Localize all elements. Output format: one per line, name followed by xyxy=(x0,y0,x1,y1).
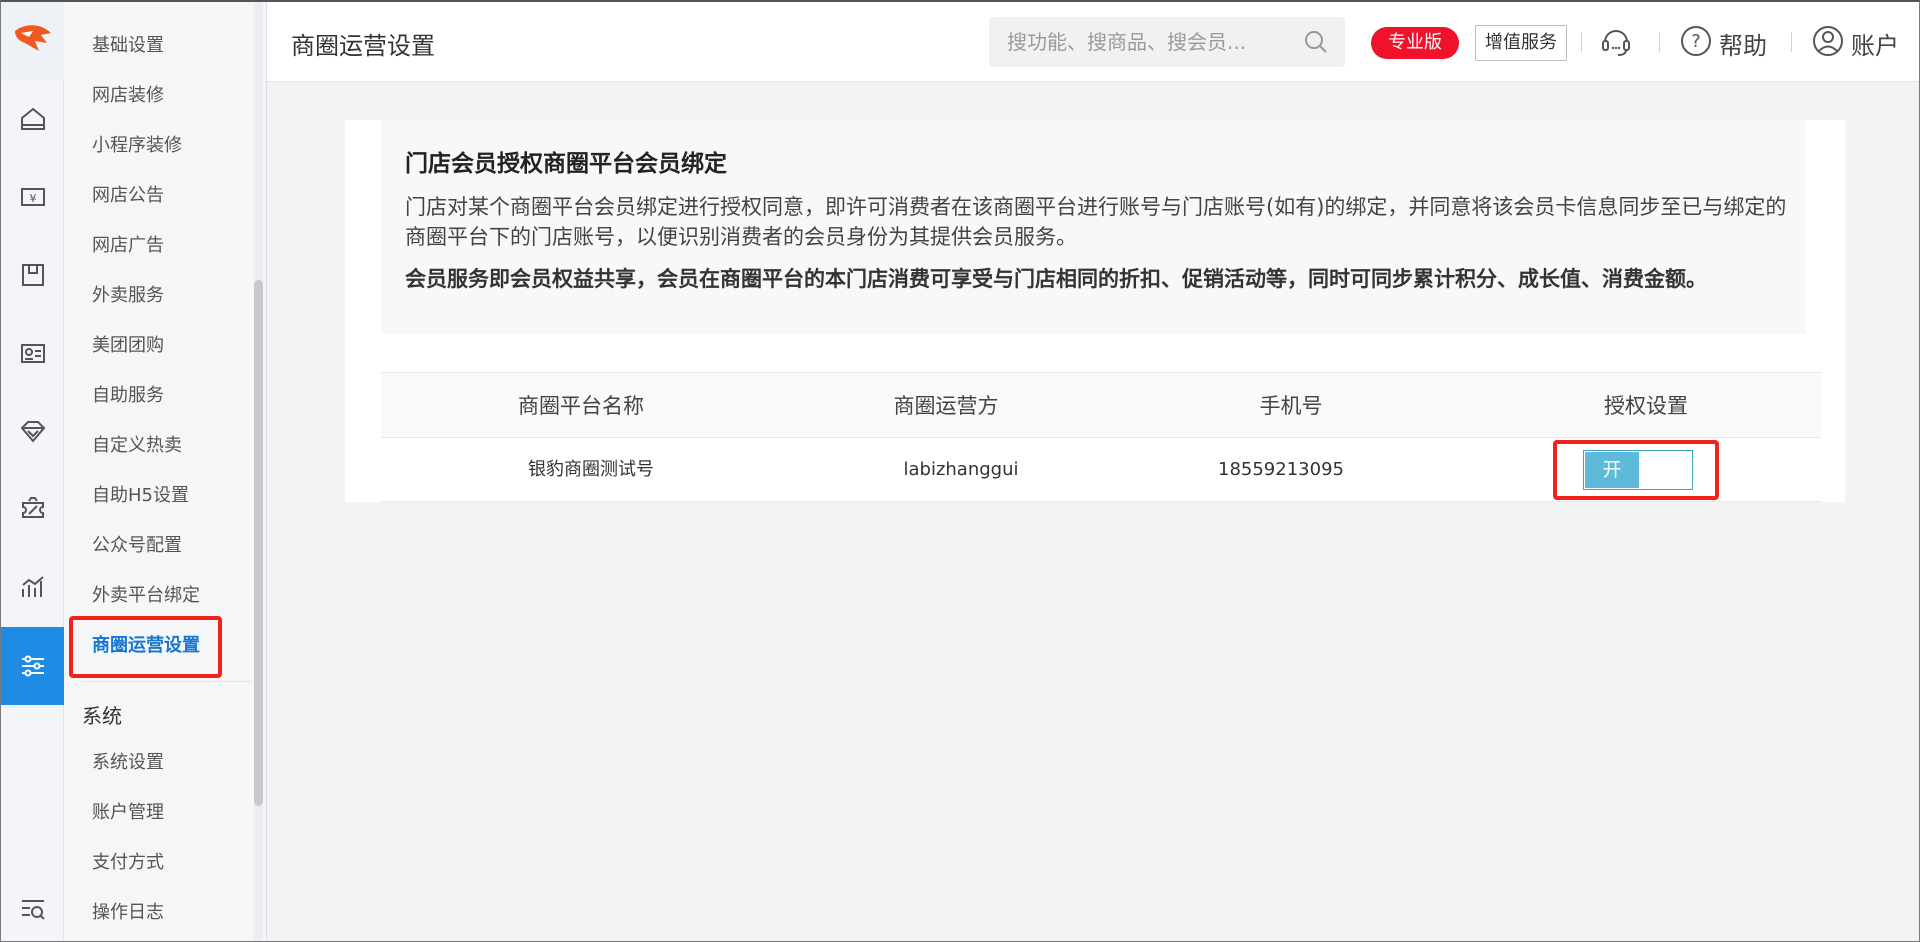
menu-item-custom-hot-sale[interactable]: 自定义热卖 xyxy=(92,431,182,461)
top-header: 商圈运营设置 专业版 增值服务 ? 帮助 账户 xyxy=(267,2,1919,82)
header-separator xyxy=(1581,32,1582,52)
table-header: 商圈平台名称 商圈运营方 手机号 授权设置 xyxy=(381,372,1821,438)
home-icon xyxy=(20,107,45,130)
menu-item-payment-methods[interactable]: 支付方式 xyxy=(92,848,164,878)
search-input[interactable] xyxy=(1007,17,1297,67)
menu-highlight-box xyxy=(69,616,222,678)
rail-report[interactable] xyxy=(1,548,64,626)
menu-scrollbar-thumb[interactable] xyxy=(254,280,263,806)
menu-item-system-settings[interactable]: 系统设置 xyxy=(92,748,164,778)
account-avatar-icon[interactable] xyxy=(1811,24,1845,58)
cashier-icon: ¥ xyxy=(20,188,45,206)
menu-group-system: 系统 xyxy=(82,704,122,728)
chart-icon xyxy=(21,576,44,597)
menu-item-basic-settings[interactable]: 基础设置 xyxy=(92,31,164,61)
menu-item-self-service[interactable]: 自助服务 xyxy=(92,381,164,411)
global-search xyxy=(989,17,1345,67)
notice-title: 门店会员授权商圈平台会员绑定 xyxy=(405,151,727,177)
menu-item-self-h5[interactable]: 自助H5设置 xyxy=(92,481,189,511)
icon-rail: ¥ xyxy=(1,2,64,941)
diamond-icon xyxy=(20,421,45,443)
menu-item-meituan-group[interactable]: 美团团购 xyxy=(92,331,164,361)
menu-item-takeout-binding[interactable]: 外卖平台绑定 xyxy=(92,581,200,611)
account-link[interactable]: 账户 xyxy=(1851,26,1899,61)
goods-icon xyxy=(21,264,44,286)
cell-platform-name: 银豹商圈测试号 xyxy=(528,459,654,480)
rail-cashier[interactable]: ¥ xyxy=(1,158,64,236)
column-header-operator: 商圈运营方 xyxy=(893,394,999,418)
coupon-icon xyxy=(21,497,44,518)
menu-item-miniapp-decoration[interactable]: 小程序装修 xyxy=(92,131,182,161)
app-window: ¥ 基础设置 网店装修 小程序装修 网店公告 网店广告 外卖服务 美团团购 自助… xyxy=(0,0,1920,942)
edition-badge[interactable]: 专业版 xyxy=(1371,27,1459,59)
rail-settings[interactable] xyxy=(1,627,64,705)
cell-operator: labizhanggui xyxy=(903,459,1019,480)
notice-description: 门店对某个商圈平台会员绑定进行授权同意，即许可消费者在该商圈平台进行账号与门店账… xyxy=(405,195,1787,249)
menu-divider xyxy=(82,681,252,682)
column-header-phone: 手机号 xyxy=(1259,394,1323,418)
menu-item-takeout-service[interactable]: 外卖服务 xyxy=(92,281,164,311)
rail-menu-search[interactable] xyxy=(1,870,64,941)
rail-home[interactable] xyxy=(1,80,64,158)
page-title: 商圈运营设置 xyxy=(291,32,435,60)
sub-menu: 基础设置 网店装修 小程序装修 网店公告 网店广告 外卖服务 美团团购 自助服务… xyxy=(64,2,267,941)
rail-member[interactable] xyxy=(1,314,64,392)
menu-item-store-decoration[interactable]: 网店装修 xyxy=(92,81,164,111)
app-logo[interactable] xyxy=(1,2,64,80)
rail-marketing[interactable] xyxy=(1,392,64,470)
column-header-authorization: 授权设置 xyxy=(1604,394,1688,418)
menu-item-wechat-config[interactable]: 公众号配置 xyxy=(92,531,182,561)
menu-item-store-ads[interactable]: 网店广告 xyxy=(92,231,164,261)
menu-item-operation-log[interactable]: 操作日志 xyxy=(92,898,164,928)
value-added-services-button[interactable]: 增值服务 xyxy=(1475,25,1567,61)
cell-phone: 18559213095 xyxy=(1218,459,1344,480)
main-content: 门店会员授权商圈平台会员绑定 门店对某个商圈平台会员绑定进行授权同意，即许可消费… xyxy=(267,82,1919,941)
help-icon[interactable]: ? xyxy=(1679,24,1713,58)
member-card-icon xyxy=(20,344,45,363)
rail-goods[interactable] xyxy=(1,236,64,314)
leopard-logo-icon xyxy=(14,25,51,51)
header-separator xyxy=(1659,32,1660,52)
column-header-platform-name: 商圈平台名称 xyxy=(518,394,644,418)
menu-item-account-management[interactable]: 账户管理 xyxy=(92,798,164,828)
customer-service-headset-icon[interactable] xyxy=(1599,24,1633,58)
toggle-highlight-box xyxy=(1553,440,1719,500)
header-separator xyxy=(1791,32,1792,52)
notice-bold-text: 会员服务即会员权益共享，会员在商圈平台的本门店消费可享受与门店相同的折扣、促销活… xyxy=(405,267,1707,291)
svg-text:¥: ¥ xyxy=(29,192,36,205)
search-icon[interactable] xyxy=(1303,29,1329,55)
svg-text:?: ? xyxy=(1691,31,1701,52)
rail-coupon[interactable] xyxy=(1,470,64,548)
menu-item-store-notice[interactable]: 网店公告 xyxy=(92,181,164,211)
search-list-icon xyxy=(21,900,45,920)
help-link[interactable]: 帮助 xyxy=(1719,26,1767,61)
settings-sliders-icon xyxy=(21,655,44,677)
authorization-notice: 门店会员授权商圈平台会员绑定 门店对某个商圈平台会员绑定进行授权同意，即许可消费… xyxy=(381,120,1805,334)
